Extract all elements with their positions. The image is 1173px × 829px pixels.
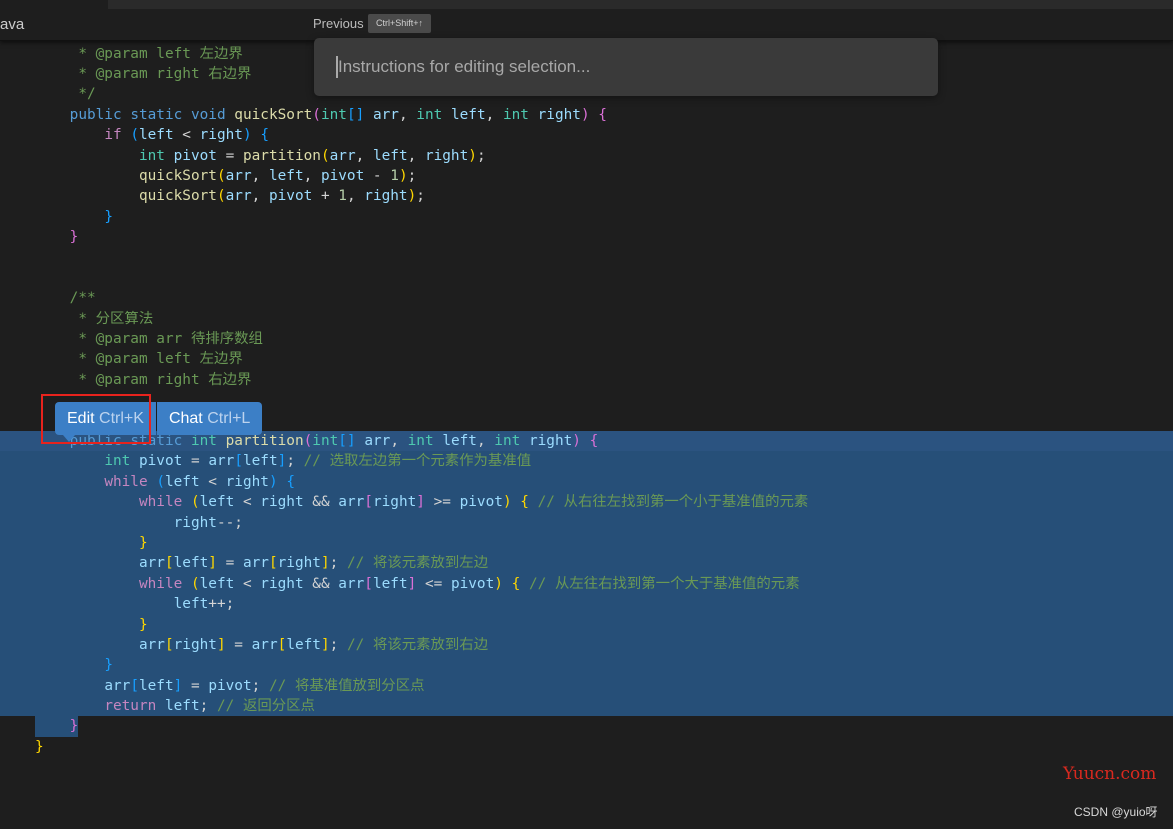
code-line[interactable]: }	[0, 614, 1173, 635]
code-line[interactable]: while (left < right && arr[right] >= piv…	[0, 492, 1173, 513]
code-line[interactable]: }	[0, 227, 1173, 247]
code-line[interactable]: right--;	[0, 512, 1173, 533]
code-line[interactable]: }	[0, 655, 1173, 676]
previous-prompt-label[interactable]: Previous	[313, 16, 364, 31]
code-line[interactable]: /**	[0, 288, 1173, 308]
code-line[interactable]: int pivot = arr[left]; // 选取左边第一个元素作为基准值	[0, 451, 1173, 472]
editor-tab-bar: ava Previous Ctrl+Shift+↑	[0, 0, 1173, 41]
code-line[interactable]: * 分区算法	[0, 309, 1173, 329]
code-line[interactable]: arr[left] = pivot; // 将基准值放到分区点	[0, 675, 1173, 697]
chat-shortcut: Ctrl+L	[207, 410, 251, 427]
highlight-annotation-box	[41, 394, 151, 444]
chat-button[interactable]: Chat Ctrl+L	[156, 402, 263, 435]
code-line[interactable]: * @param left 左边界	[0, 349, 1173, 369]
code-line[interactable]: if (left < right) {	[0, 125, 1173, 145]
code-line[interactable]: public static void quickSort(int[] arr, …	[0, 105, 1173, 125]
code-line[interactable]: quickSort(arr, left, pivot - 1);	[0, 166, 1173, 186]
edit-instructions-box	[314, 38, 938, 96]
code-line[interactable]: }	[0, 737, 1173, 757]
tab-strip	[108, 0, 1173, 9]
file-tab[interactable]: ava	[0, 16, 24, 33]
code-line[interactable]: arr[left] = arr[right]; // 将该元素放到左边	[0, 553, 1173, 574]
code-line[interactable]: while (left < right && arr[left] <= pivo…	[0, 573, 1173, 595]
code-line[interactable]	[0, 268, 1173, 288]
code-line[interactable]: while (left < right) {	[0, 471, 1173, 493]
site-watermark: Yuucn.com	[1063, 764, 1157, 784]
chat-label: Chat	[168, 410, 203, 427]
code-line[interactable]: arr[right] = arr[left]; // 将该元素放到右边	[0, 634, 1173, 656]
code-line[interactable]: left++;	[0, 594, 1173, 615]
code-line[interactable]: int pivot = partition(arr, left, right);	[0, 146, 1173, 166]
code-line[interactable]: }	[0, 716, 1173, 737]
previous-shortcut-badge: Ctrl+Shift+↑	[368, 14, 431, 33]
code-line[interactable]: * @param right 右边界	[0, 370, 1173, 390]
code-line[interactable]	[0, 248, 1173, 268]
code-line[interactable]: }	[0, 207, 1173, 227]
code-line[interactable]: }	[0, 532, 1173, 554]
edit-instructions-input[interactable]	[336, 56, 918, 78]
code-line[interactable]: * @param arr 待排序数组	[0, 329, 1173, 349]
code-editor[interactable]: * @param arr 待排序数组 * @param left 左边界 * @…	[0, 32, 1173, 758]
code-line[interactable]: return left; // 返回分区点	[0, 696, 1173, 717]
code-line[interactable]: quickSort(arr, pivot + 1, right);	[0, 186, 1173, 206]
author-watermark: CSDN @yuio呀	[1074, 805, 1158, 819]
